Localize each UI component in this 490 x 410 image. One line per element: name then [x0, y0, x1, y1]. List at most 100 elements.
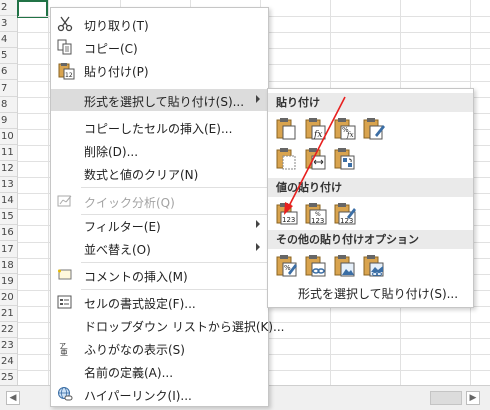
row-number[interactable]: 12: [0, 161, 17, 178]
svg-text:fx: fx: [346, 131, 354, 139]
menu-item-label: 貼り付け(P): [84, 65, 149, 79]
submenu-arrow-icon: [256, 220, 260, 228]
scroll-right-button[interactable]: ▶: [466, 391, 480, 405]
paste-option-no-borders-icon[interactable]: [275, 147, 299, 171]
paste-option-picture-icon[interactable]: [333, 254, 357, 278]
menu-item-cut[interactable]: 切り取り(T): [51, 13, 268, 35]
section-header-other-paste-options: その他の貼り付けオプション: [268, 230, 473, 249]
menu-separator: [81, 187, 267, 188]
svg-text:12: 12: [65, 72, 73, 79]
menu-item-pick-from-dropdown[interactable]: ドロップダウン リストから選択(K)...: [51, 314, 285, 336]
submenu-arrow-icon: [256, 95, 260, 103]
menu-item-label: コピー(C): [84, 42, 138, 56]
paste-option-formatting-icon[interactable]: %: [275, 254, 299, 278]
menu-item-format-cells[interactable]: セルの書式設定(F)...: [51, 291, 268, 313]
menu-item-label: コピーしたセルの挿入(E)...: [84, 122, 233, 136]
paste-option-paste-link-icon[interactable]: [304, 254, 328, 278]
row-number[interactable]: 22: [0, 322, 17, 339]
menu-item-define-name[interactable]: 名前の定義(A)...: [51, 360, 268, 382]
row-number[interactable]: 23: [0, 338, 17, 355]
quick-analysis-icon: [57, 193, 73, 209]
paste-option-formulas-icon[interactable]: fx: [304, 117, 328, 141]
menu-item-paste-special[interactable]: 形式を選択して貼り付け(S)...: [51, 89, 268, 111]
row-number[interactable]: 24: [0, 354, 17, 371]
menu-item-label: 削除(D)...: [84, 145, 139, 159]
paste-option-values-source-formatting-icon[interactable]: 123: [333, 202, 357, 226]
menu-item-label: コメントの挿入(M): [84, 270, 188, 284]
chevron-right-icon: ▶: [469, 393, 477, 403]
paste-option-paste-icon[interactable]: [275, 117, 299, 141]
paste-option-linked-picture-icon[interactable]: [362, 254, 386, 278]
hyperlink-icon: [57, 386, 73, 402]
section-header-paste-values: 値の貼り付け: [268, 178, 473, 197]
menu-item-label: フィルター(E): [84, 220, 161, 234]
row-number[interactable]: 2: [0, 0, 17, 17]
menu-separator: [81, 289, 267, 290]
row-number[interactable]: 10: [0, 129, 17, 145]
scroll-left-button[interactable]: ◀: [6, 391, 20, 405]
paste-special-dialog-link[interactable]: 形式を選択して貼り付け(S)...: [298, 285, 458, 302]
row-number[interactable]: 20: [0, 290, 17, 306]
row-number[interactable]: 4: [0, 32, 17, 49]
row-number[interactable]: 15: [0, 209, 17, 226]
row-header-column: 2 3 4 5 6 7 8 9 10 11 12 13 14 15 16 17 18 19 20 21 22 23 24 25: [0, 0, 18, 387]
menu-item-sort[interactable]: 並べ替え(O): [51, 237, 268, 259]
paste-option-values-number-format-icon[interactable]: % 123: [304, 202, 328, 226]
menu-separator: [81, 262, 267, 263]
menu-item-paste[interactable]: 12 貼り付け(P): [51, 59, 268, 81]
menu-item-label: ふりがなの表示(S): [84, 343, 185, 357]
paste-option-keep-source-formatting-icon[interactable]: [362, 117, 386, 141]
row-number[interactable]: 17: [0, 242, 17, 258]
menu-item-filter[interactable]: フィルター(E): [51, 214, 268, 236]
comment-icon: [57, 267, 73, 283]
row-number[interactable]: 6: [0, 64, 17, 81]
svg-text:123: 123: [311, 217, 324, 225]
menu-item-label: 数式と値のクリア(N): [84, 168, 199, 182]
row-number[interactable]: 25: [0, 370, 17, 387]
row-number[interactable]: 14: [0, 193, 17, 210]
svg-text:fx: fx: [313, 130, 322, 140]
chevron-left-icon: ◀: [9, 393, 17, 403]
copy-icon: [57, 39, 73, 55]
row-number[interactable]: 21: [0, 306, 17, 322]
row-number[interactable]: 8: [0, 97, 17, 113]
gridline-vertical: [48, 0, 49, 385]
scissors-icon: [57, 16, 73, 32]
paste-option-values-icon[interactable]: 123: [275, 202, 299, 226]
format-cells-icon: [57, 294, 73, 310]
furigana-icon: ア亜: [57, 340, 73, 357]
submenu-arrow-icon: [256, 243, 260, 251]
menu-item-copy[interactable]: コピー(C): [51, 36, 268, 58]
menu-item-label: 名前の定義(A)...: [84, 366, 174, 380]
row-number[interactable]: 19: [0, 274, 17, 290]
row-number[interactable]: 11: [0, 145, 17, 161]
paste-option-formulas-number-format-icon[interactable]: % fx: [333, 117, 357, 141]
paste-icon: 12: [57, 62, 75, 80]
svg-text:亜: 亜: [60, 348, 68, 356]
row-number[interactable]: 9: [0, 113, 17, 129]
paste-special-submenu: 貼り付け fx % fx 値の貼り付け 123 % 123 123 その他の貼り付け…: [267, 88, 474, 308]
menu-item-clear-contents[interactable]: 数式と値のクリア(N): [51, 162, 268, 184]
row-number[interactable]: 13: [0, 177, 17, 194]
context-menu: 切り取り(T) コピー(C) 12 貼り付け(P) 形式を選択して貼り付け(S)…: [50, 7, 285, 407]
menu-item-quick-analysis: クイック分析(Q): [51, 190, 268, 212]
row-number[interactable]: 7: [0, 81, 17, 97]
menu-item-delete[interactable]: 削除(D)...: [51, 139, 268, 161]
section-header-paste: 貼り付け: [268, 93, 473, 112]
menu-item-hyperlink[interactable]: ハイパーリンク(I)...: [51, 383, 268, 405]
row-number[interactable]: 16: [0, 225, 17, 242]
paste-option-transpose-icon[interactable]: [333, 147, 357, 171]
menu-item-show-furigana[interactable]: ア亜 ふりがなの表示(S): [51, 337, 268, 359]
scroll-thumb[interactable]: [430, 391, 462, 405]
menu-item-label: 形式を選択して貼り付け(S)...: [84, 95, 245, 109]
menu-item-label: 切り取り(T): [84, 19, 149, 33]
menu-item-label: ハイパーリンク(I)...: [84, 389, 192, 403]
row-number[interactable]: 3: [0, 16, 17, 33]
menu-item-insert-comment[interactable]: コメントの挿入(M): [51, 264, 268, 286]
paste-option-keep-column-widths-icon[interactable]: [304, 147, 328, 171]
svg-text:123: 123: [340, 217, 353, 225]
row-number[interactable]: 18: [0, 258, 17, 274]
row-number[interactable]: 5: [0, 48, 17, 65]
menu-item-insert-copied-cells[interactable]: コピーしたセルの挿入(E)...: [51, 116, 268, 138]
svg-text:123: 123: [282, 216, 295, 224]
